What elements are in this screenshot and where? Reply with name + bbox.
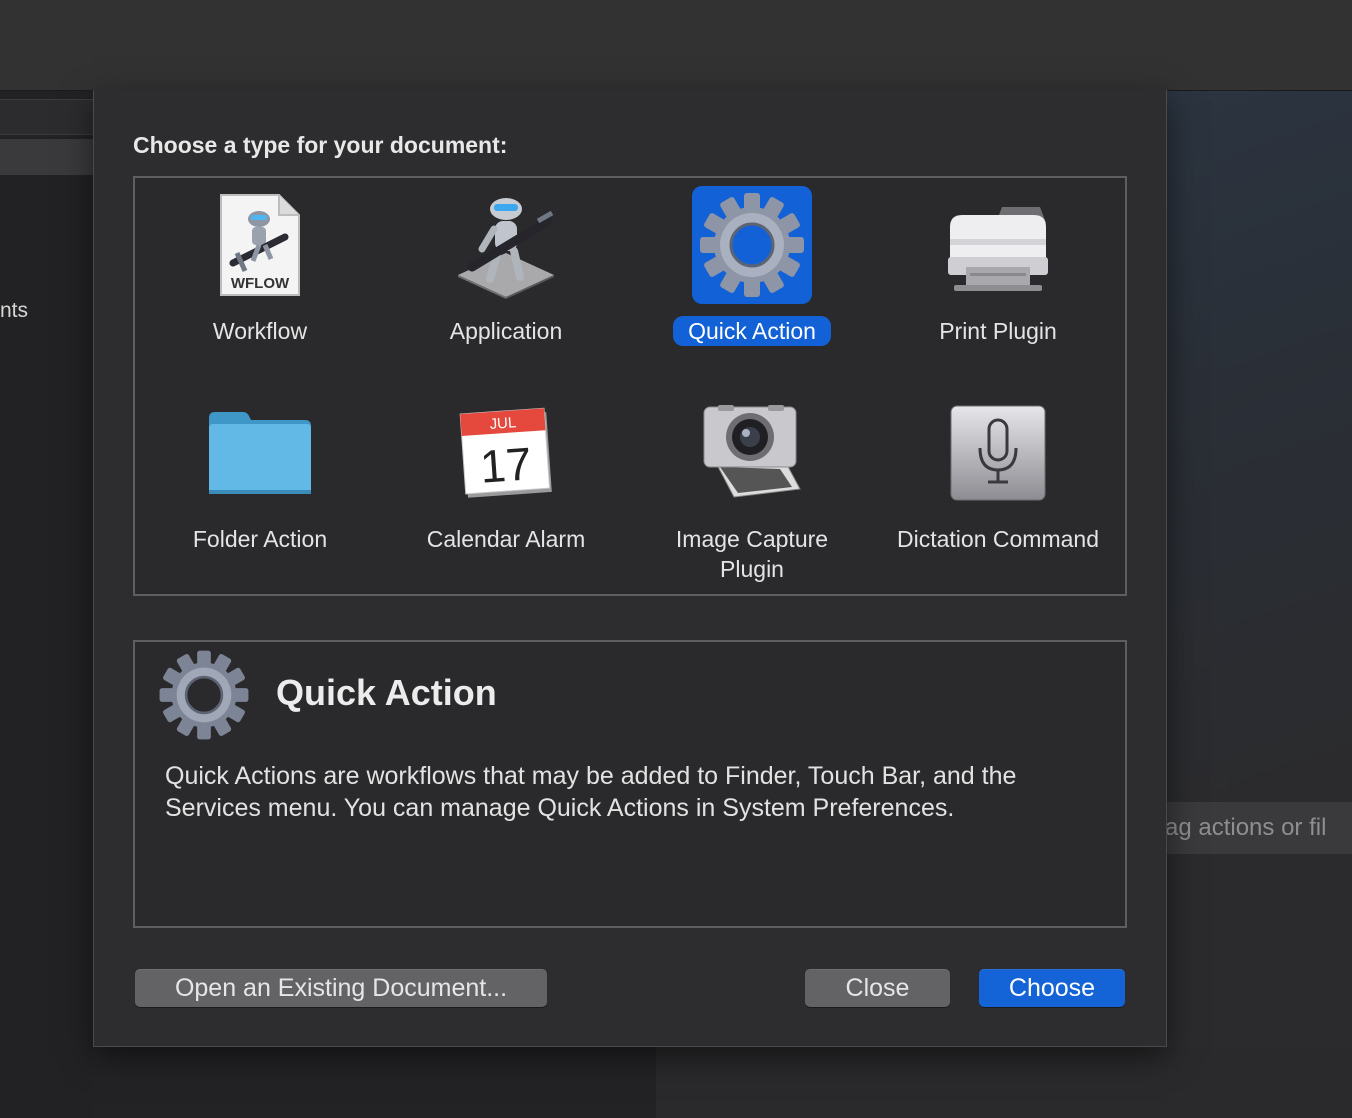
workflow-document-icon: WFLOW [200,186,320,304]
type-application[interactable]: Application [383,182,629,382]
type-label: Dictation Command [897,526,1099,552]
type-label: Workflow [212,318,308,344]
camera-icon [692,394,812,512]
background-title-bar [0,0,1352,91]
background-search-field [0,99,93,135]
type-label: Image Capture Plugin [675,526,829,582]
background-workflow-area: ag actions or fil [1165,91,1352,1118]
type-label: Folder Action [192,526,328,552]
automator-application-icon [446,186,566,304]
type-print-plugin[interactable]: Print Plugin [875,182,1121,382]
workflow-icon-text: WFLOW [231,275,290,292]
sheet-prompt: Choose a type for your document: [133,132,508,158]
calendar-icon: JUL 17 [446,394,566,512]
type-label: Calendar Alarm [426,526,586,552]
description-title: Quick Action [276,672,497,713]
background-sidebar-item: nts [0,299,29,322]
calendar-month: JUL [489,414,517,433]
type-image-capture-plugin[interactable]: Image Capture Plugin [629,390,875,590]
choose-button[interactable]: Choose [979,969,1125,1007]
type-label: Application [449,318,563,344]
background-sidebar: nts [0,91,93,1118]
printer-icon [938,186,1058,304]
microphone-icon [938,394,1058,512]
drag-hint: ag actions or fil [1165,802,1352,854]
gear-icon [692,186,812,304]
folder-icon [200,394,320,512]
type-workflow[interactable]: WFLOW Workflow [137,182,383,382]
type-dictation-command[interactable]: Dictation Command [875,390,1121,590]
document-type-grid: WFLOW Workflow Application Quick Action … [133,176,1127,596]
drag-hint-text: ag actions or fil [1165,814,1327,841]
gear-icon [157,648,251,742]
type-quick-action[interactable]: Quick Action [629,182,875,382]
type-label: Print Plugin [939,318,1057,344]
type-folder-action[interactable]: Folder Action [137,390,383,590]
background-log-pane [656,1047,1352,1118]
type-label: Quick Action [629,316,875,346]
close-button[interactable]: Close [805,969,950,1007]
type-description-panel: Quick Action Quick Actions are workflows… [133,640,1127,928]
new-document-sheet: Choose a type for your document: WFLOW W… [93,90,1167,1047]
background-sidebar-selection [0,139,93,175]
description-text: Quick Actions are workflows that may be … [165,762,1017,822]
calendar-day: 17 [479,437,534,492]
open-existing-document-button[interactable]: Open an Existing Document... [135,969,547,1007]
type-calendar-alarm[interactable]: JUL 17 Calendar Alarm [383,390,629,590]
